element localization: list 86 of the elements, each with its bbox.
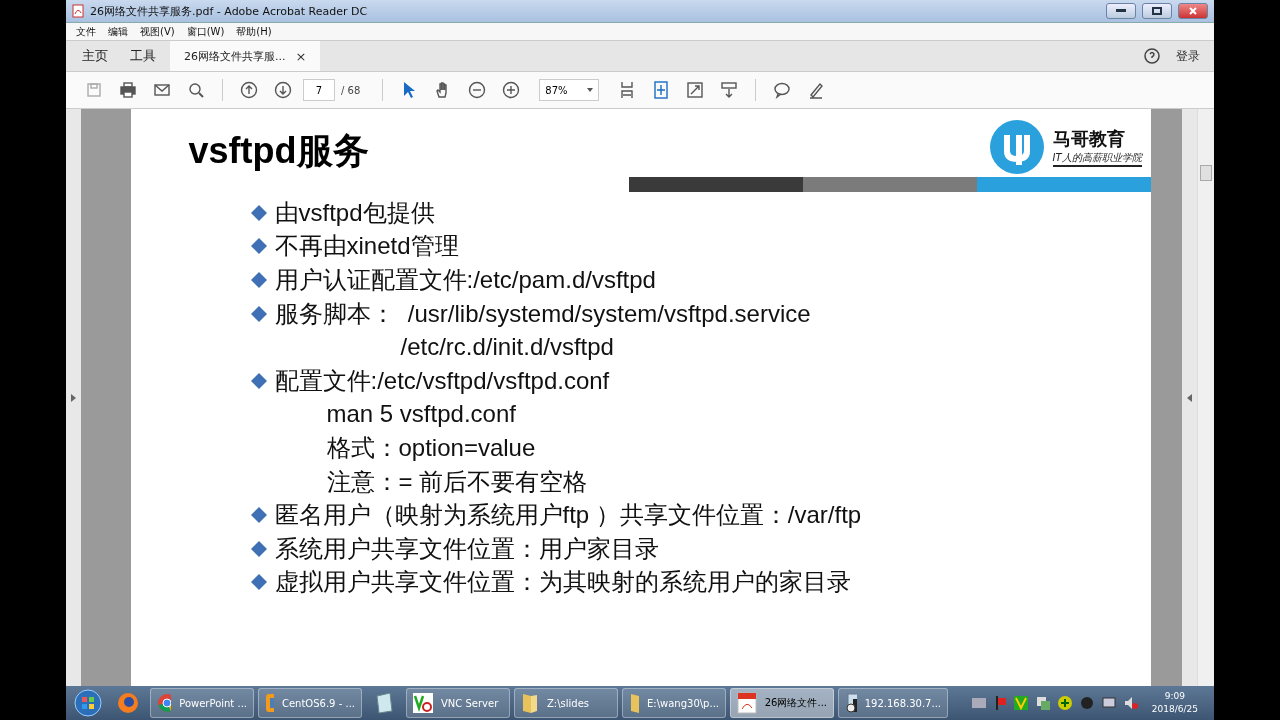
flag-icon[interactable]: [993, 696, 1006, 710]
nav-tab[interactable]: 主页: [74, 41, 116, 71]
taskbar-button[interactable]: 192.168.30.7...: [838, 688, 948, 718]
volume-muted-icon[interactable]: [1123, 696, 1138, 710]
taskbar-button[interactable]: PowerPoint ...: [150, 688, 254, 718]
bullet-text: 虚拟用户共享文件位置：为其映射的系统用户的家目录: [274, 567, 851, 598]
folder-icon: [521, 692, 539, 714]
vm-icon: [265, 693, 274, 713]
nav-tab[interactable]: 工具: [122, 41, 164, 71]
close-icon: [1188, 6, 1198, 16]
minimize-button[interactable]: [1106, 3, 1136, 19]
menu-item[interactable]: 窗口(W): [186, 24, 225, 39]
notepad-icon[interactable]: [374, 692, 394, 714]
diamond-bullet-icon: [250, 238, 267, 255]
scroll-mode-icon[interactable]: [720, 81, 739, 99]
plus-icon[interactable]: [1057, 696, 1072, 710]
slide-title: vsftpd服务: [188, 129, 369, 173]
login-link[interactable]: 登录: [1176, 47, 1200, 65]
window-title: 26网络文件共享服务.pdf - Adobe Acrobat Reader DC: [90, 3, 369, 19]
diamond-bullet-icon: [250, 507, 267, 524]
bullet-text: 匿名用户（映射为系统用户ftp ）共享文件位置：/var/ftp: [274, 500, 862, 531]
restore-icon: [1152, 7, 1162, 15]
diamond-bullet-icon: [250, 372, 267, 389]
arrow-up-icon[interactable]: [240, 81, 258, 99]
collapse-arrow-icon[interactable]: [1187, 393, 1192, 402]
minimize-icon: [1116, 9, 1126, 13]
diamond-bullet-icon: [250, 204, 267, 221]
folder-icon: [629, 692, 639, 714]
diamond-bullet-icon: [250, 540, 267, 557]
zoom-out-icon[interactable]: [468, 81, 487, 99]
arrow-down-icon[interactable]: [274, 81, 292, 99]
chrome-icon: [157, 693, 172, 713]
bullet-text: 不再由xinetd管理: [274, 231, 459, 262]
zoom-in-icon[interactable]: [502, 81, 521, 99]
taskbar-button[interactable]: VNC Server: [406, 688, 510, 718]
menu-item[interactable]: 编辑: [108, 24, 128, 39]
logo-tagline: IT人的高薪职业学院: [1052, 151, 1142, 167]
menu-item[interactable]: 视图(V): [140, 24, 175, 39]
close-tab-button[interactable]: ×: [295, 48, 307, 64]
pdf-icon: [737, 692, 757, 714]
vnc-icon: [413, 693, 433, 713]
bullet-text: 注意：= 前后不要有空格: [326, 466, 588, 497]
monitor-icon[interactable]: [1101, 696, 1116, 710]
expand-arrow-icon[interactable]: [71, 393, 76, 402]
mail-icon[interactable]: [153, 81, 171, 99]
clock[interactable]: 9:09 2018/6/25: [1145, 690, 1204, 716]
bullet-text: 系统用户共享文件位置：用户家目录: [274, 533, 659, 564]
caret-icon: [587, 88, 594, 92]
taskbar-button[interactable]: E:\wang30\p...: [622, 688, 726, 718]
vm-tray-icon[interactable]: [1013, 696, 1028, 710]
logo-name: 马哥教育: [1052, 127, 1126, 151]
bullet-text: 服务脚本： /usr/lib/systemd/system/vsftpd.service: [274, 298, 811, 329]
menu-item[interactable]: 文件: [76, 24, 96, 39]
search-icon[interactable]: [187, 81, 205, 99]
help-icon[interactable]: [1144, 48, 1160, 64]
taskbar-button[interactable]: 26网络文件...: [730, 688, 834, 718]
pointer-icon[interactable]: [402, 81, 417, 99]
bullet-text: 由vsftpd包提供: [274, 197, 435, 228]
pdf-icon: [72, 4, 84, 18]
network-icon[interactable]: [1035, 696, 1050, 710]
page-number-field[interactable]: 7: [303, 79, 335, 101]
taskbar-button[interactable]: CentOS6.9 - ...: [258, 688, 362, 718]
bullet-text: man 5 vsftpd.conf: [326, 400, 516, 429]
bullet-text: 用户认证配置文件:/etc/pam.d/vsftpd: [274, 265, 656, 295]
print-icon[interactable]: [119, 81, 137, 99]
logo-icon: [988, 119, 1045, 175]
menu-item[interactable]: 帮助(H): [236, 24, 272, 39]
remote-desktop-icon: [845, 693, 857, 713]
diamond-bullet-icon: [250, 574, 267, 591]
bullet-text: /etc/rc.d/init.d/vsftpd: [400, 333, 614, 362]
fit-page-icon[interactable]: [652, 81, 671, 99]
bullet-text: 配置文件:/etc/vsftpd/vsftpd.conf: [274, 365, 610, 396]
diamond-bullet-icon: [250, 272, 267, 288]
fullscreen-icon[interactable]: [686, 81, 705, 99]
document-tab[interactable]: 26网络文件共享服... ×: [170, 41, 321, 71]
bullet-text: 格式：option=value: [326, 432, 536, 463]
start-button[interactable]: [74, 689, 102, 717]
page-total: / 68: [341, 84, 361, 96]
diamond-bullet-icon: [250, 305, 267, 322]
maximize-button[interactable]: [1142, 3, 1172, 19]
comment-icon[interactable]: [773, 81, 792, 99]
keyboard-icon[interactable]: [971, 698, 986, 708]
firefox-icon[interactable]: [117, 692, 139, 714]
close-button[interactable]: [1178, 3, 1208, 19]
taskbar-button[interactable]: Z:\slides: [514, 688, 618, 718]
zoom-dropdown[interactable]: 87%: [539, 79, 600, 101]
